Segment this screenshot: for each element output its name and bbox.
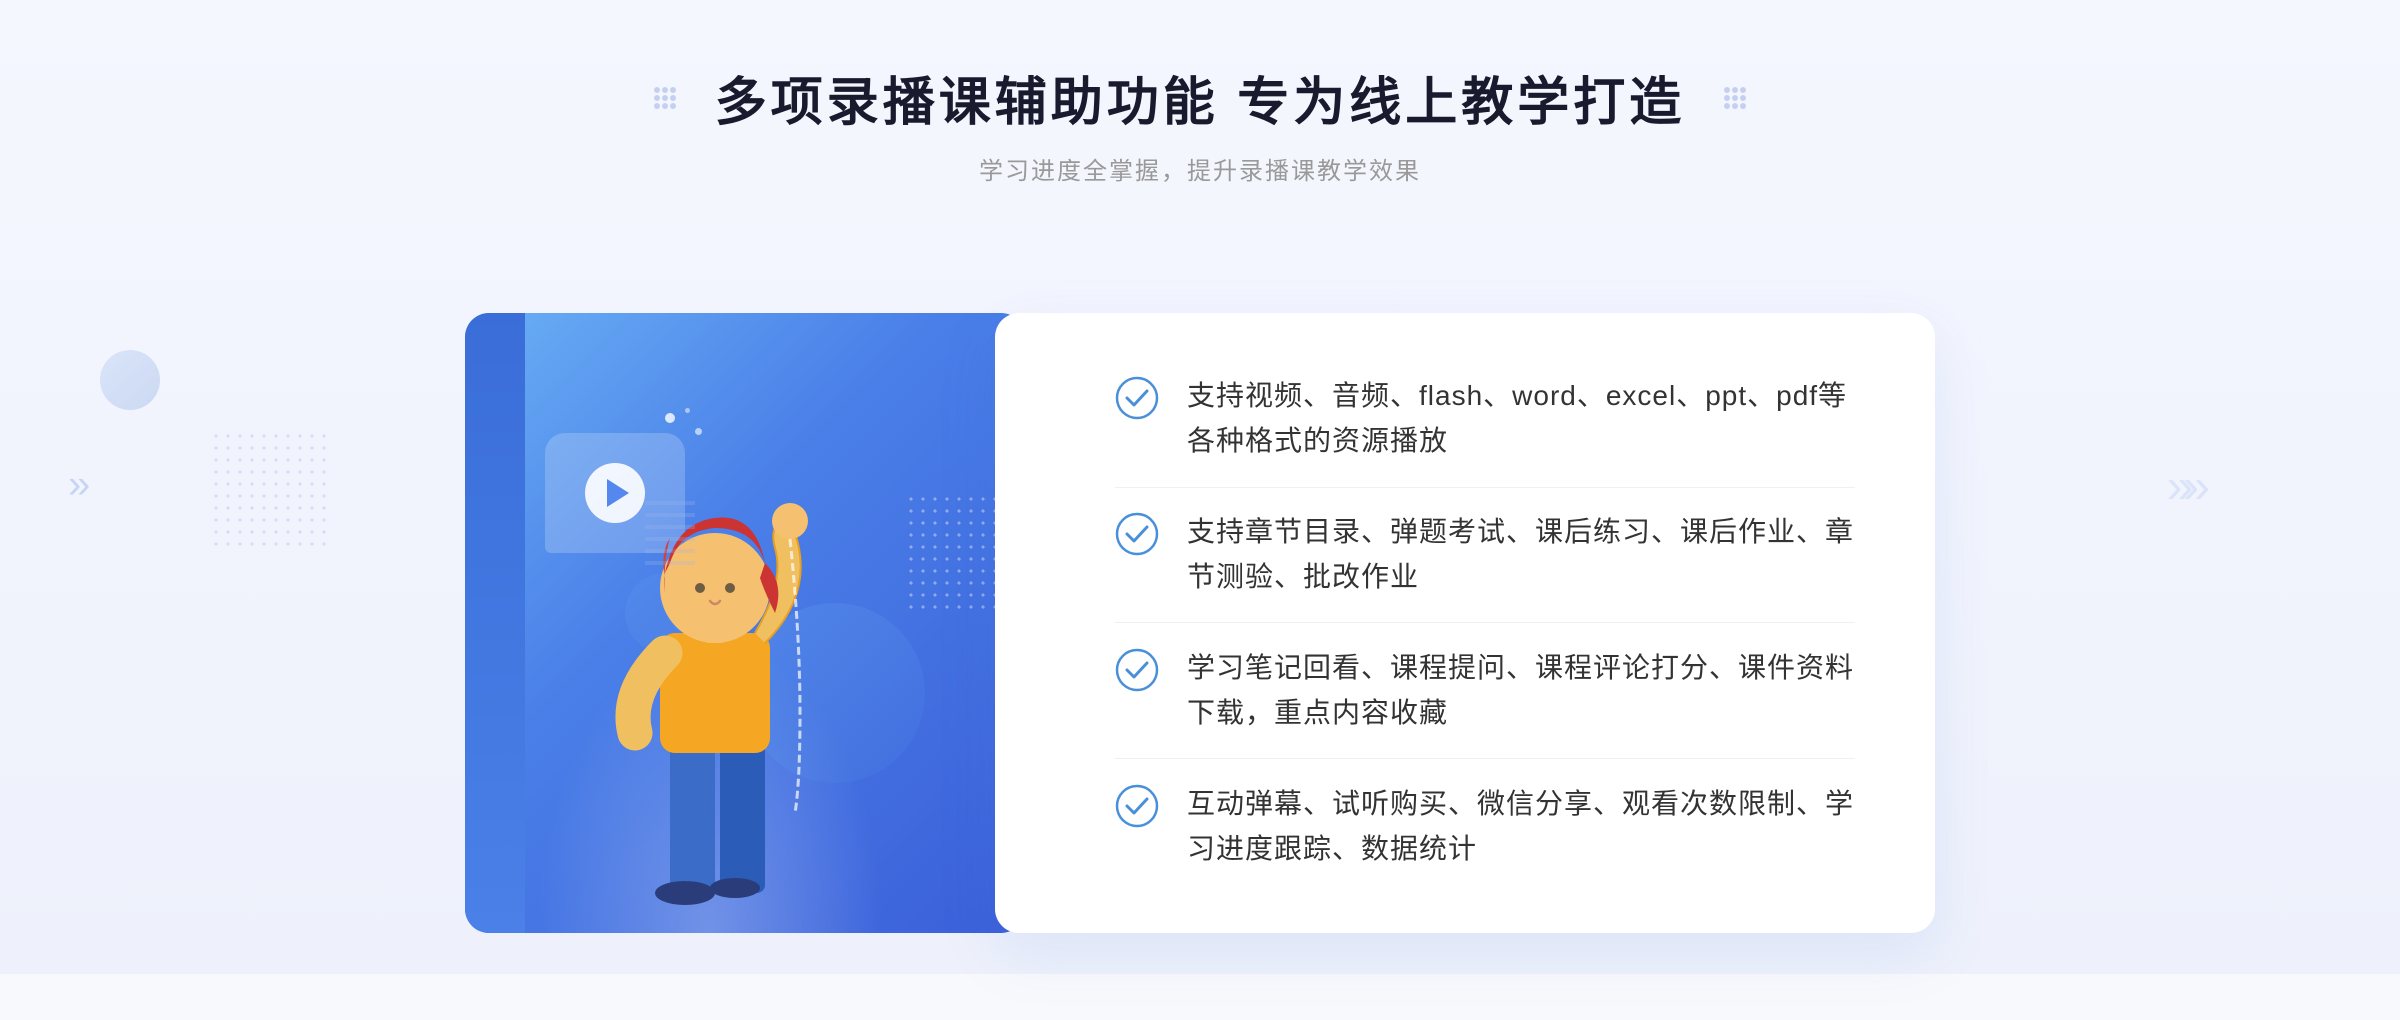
main-content: 支持视频、音频、flash、word、excel、ppt、pdf等各种格式的资源…: [0, 226, 2400, 1020]
sparkle-1-icon: [665, 413, 675, 423]
sparkle-3-icon: [685, 408, 690, 413]
feature-text-4: 互动弹幕、试听购买、微信分享、观看次数限制、学习进度跟踪、数据统计: [1187, 782, 1855, 872]
illustration-inner: [465, 313, 1025, 933]
check-circle-icon-3: [1115, 648, 1159, 692]
svg-text:»: »: [68, 463, 90, 507]
check-circle-icon-1: [1115, 376, 1159, 420]
features-card: 支持视频、音频、flash、word、excel、ppt、pdf等各种格式的资源…: [995, 313, 1935, 933]
feature-item-3: 学习笔记回看、课程提问、课程评论打分、课件资料下载，重点内容收藏: [1115, 646, 1855, 736]
feature-text-3: 学习笔记回看、课程提问、课程评论打分、课件资料下载，重点内容收藏: [1187, 646, 1855, 736]
feature-text-2: 支持章节目录、弹题考试、课后练习、课后作业、章节测验、批改作业: [1187, 510, 1855, 600]
deco-circle-top-left: [100, 350, 160, 410]
feature-divider-3: [1115, 758, 1855, 759]
chevron-left-icon[interactable]: »: [68, 458, 108, 517]
chevron-right-deco: »»: [2167, 460, 2200, 515]
page-container: 多项录播课辅助功能 专为线上教学打造 学习进度全掌握，提升录播课教学效果: [0, 0, 2400, 974]
header-decorators: 多项录播课辅助功能 专为线上教学打造: [0, 60, 2400, 135]
illustration-card: [465, 313, 1025, 933]
feature-item-4: 互动弹幕、试听购买、微信分享、观看次数限制、学习进度跟踪、数据统计: [1115, 782, 1855, 872]
sub-title: 学习进度全掌握，提升录播课教学效果: [0, 151, 2400, 186]
main-title: 多项录播课辅助功能 专为线上教学打造: [715, 60, 1685, 135]
feature-divider-1: [1115, 487, 1855, 488]
dots-pattern-illustration: [905, 493, 1005, 613]
header-section: 多项录播课辅助功能 专为线上教学打造 学习进度全掌握，提升录播课教学效果: [0, 0, 2400, 226]
check-circle-icon-2: [1115, 512, 1159, 556]
feature-item-1: 支持视频、音频、flash、word、excel、ppt、pdf等各种格式的资源…: [1115, 374, 1855, 464]
stripe-deco-icon: [645, 493, 695, 573]
right-decorator-icon: [1721, 84, 1749, 112]
left-decorator-icon: [651, 84, 679, 112]
feature-item-2: 支持章节目录、弹题考试、课后练习、课后作业、章节测验、批改作业: [1115, 510, 1855, 600]
check-circle-icon-4: [1115, 784, 1159, 828]
feature-text-1: 支持视频、音频、flash、word、excel、ppt、pdf等各种格式的资源…: [1187, 374, 1855, 464]
dots-pattern-left: [210, 430, 330, 550]
human-figure-illustration: [565, 433, 865, 933]
feature-divider-2: [1115, 622, 1855, 623]
